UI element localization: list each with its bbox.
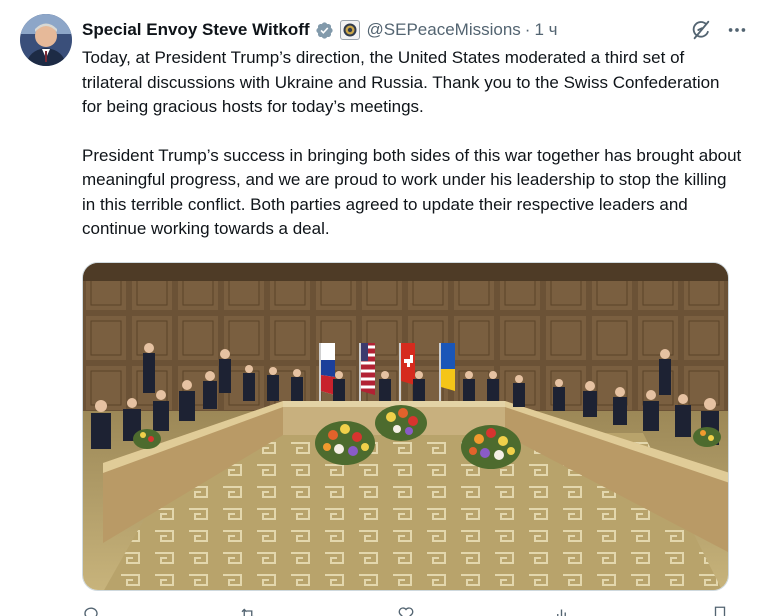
more-icon[interactable]	[726, 19, 748, 41]
tweet-header: Special Envoy Steve Witkoff @SEPeaceMiss…	[82, 17, 748, 43]
tweet-paragraph-2: President Trump’s success in bringing bo…	[82, 145, 742, 239]
verified-badge-icon[interactable]	[315, 21, 334, 40]
author-handle[interactable]: @SEPeaceMissions	[367, 20, 521, 40]
author-name[interactable]: Special Envoy Steve Witkoff	[82, 20, 310, 40]
grok-icon[interactable]	[690, 19, 712, 41]
repost-icon[interactable]	[239, 605, 257, 616]
post-time[interactable]: 1 ч	[534, 20, 557, 40]
avatar[interactable]	[20, 14, 72, 66]
tweet-photo[interactable]	[82, 262, 729, 591]
views-icon[interactable]	[554, 605, 572, 616]
separator-dot: ·	[524, 20, 531, 39]
tweet-actions	[82, 604, 729, 616]
tweet-paragraph-1: Today, at President Trump’s direction, t…	[82, 48, 720, 116]
tweet[interactable]: Special Envoy Steve Witkoff @SEPeaceMiss…	[0, 0, 772, 616]
government-seal-icon[interactable]	[339, 20, 360, 40]
like-icon[interactable]	[397, 605, 415, 616]
tweet-text: Today, at President Trump’s direction, t…	[82, 46, 742, 242]
bookmark-icon[interactable]	[711, 605, 729, 616]
reply-icon[interactable]	[82, 605, 100, 616]
